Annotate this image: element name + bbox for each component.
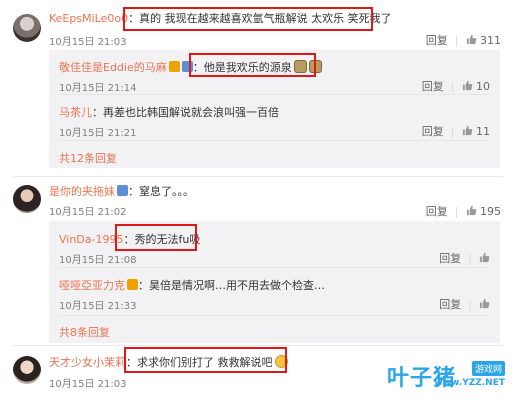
thumbs-up-icon[interactable] (479, 252, 490, 263)
more-replies-link[interactable]: 共8条回复 (59, 324, 110, 340)
comment-time: 10月15日 21:03 (49, 37, 127, 48)
comment-line: 天才少女小茉莉：求求你们别打了 救救解说吧 (49, 354, 288, 370)
reply-item: VinDa-1995：秀的无法fu吸 10月15日 21:08 回复 | (49, 221, 500, 267)
colon: ： (92, 106, 103, 119)
reply-username[interactable]: 敬佳佳是Eddie的马麻 (59, 61, 167, 74)
thumbs-up-icon[interactable] (466, 205, 477, 216)
reply-divider (59, 140, 490, 141)
reply-button[interactable]: 回复 (439, 298, 461, 311)
colon: ： (123, 233, 135, 246)
comment-text: 求求你们别打了 救救解说吧 (137, 356, 273, 369)
reply-actions: 回复 | 10 (422, 78, 490, 94)
comment-text: 窒息了。。。 (139, 185, 194, 198)
reply-time: 10月15日 21:14 (59, 83, 137, 94)
reply-line: 哑哑亞亚力克 ：昊倍是情况啊…用不用去做个检查… (59, 277, 325, 293)
avatar[interactable] (13, 14, 41, 42)
action-separator: | (468, 298, 472, 311)
reply-line: VinDa-1995：秀的无法fu吸 (59, 231, 200, 247)
thumbs-up-icon[interactable] (479, 298, 490, 309)
reply-item: 哑哑亞亚力克 ：昊倍是情况啊…用不用去做个检查… 10月15日 21:33 回复 | (49, 268, 500, 314)
watermark-tag: 游戏网 (471, 361, 505, 376)
trophy-emoji-icon (308, 60, 322, 73)
colon: ： (192, 61, 204, 74)
reply-actions: 回复 | (439, 250, 490, 266)
reply-username[interactable]: VinDa-1995 (59, 233, 124, 246)
action-separator: | (468, 252, 472, 265)
action-separator: | (450, 80, 455, 93)
reply-button[interactable]: 回复 (426, 205, 448, 218)
reply-button[interactable]: 回复 (422, 125, 444, 138)
comment-username[interactable]: KeEpsMiLe0o0 (49, 12, 128, 25)
reply-text: 昊倍是情况啊…用不用去做个检查… (149, 279, 325, 292)
reply-time: 10月15日 21:33 (59, 301, 137, 312)
comment-item: 是你的夹拖妹 ：窒息了。。。 10月15日 21:02 回复 | 195 VinDa… (0, 177, 513, 347)
comment-time: 10月15日 21:03 (49, 379, 127, 390)
avatar[interactable] (13, 185, 41, 213)
reply-time: 10月15日 21:08 (59, 255, 137, 266)
reply-list: VinDa-1995：秀的无法fu吸 10月15日 21:08 回复 | 哑哑亞亚… (49, 221, 500, 343)
reply-button[interactable]: 回复 (439, 252, 461, 265)
reply-divider (59, 315, 490, 316)
watermark-logo: 叶子猪 游戏网 www.YZZ.NET (387, 356, 505, 394)
reply-item: 马茶儿：再差也比韩国解说就会浪叫强一百倍 10月15日 21:21 回复 | 11 (49, 95, 500, 139)
trophy-emoji-icon (293, 60, 307, 73)
comment-text: 真的 我现在越来越喜欢氩气瓶解说 太欢乐 笑死我了 (139, 12, 392, 25)
thumbs-up-icon[interactable] (462, 125, 473, 136)
reply-time: 10月15日 21:21 (59, 128, 137, 139)
reply-line: 敬佳佳是Eddie的马麻 ：他是我欢乐的源泉 (59, 59, 322, 75)
like-count: 11 (476, 125, 490, 138)
reply-button[interactable]: 回复 (426, 34, 448, 47)
thumbs-up-icon[interactable] (462, 80, 473, 91)
like-count: 195 (480, 205, 501, 218)
comment-item: KeEpsMiLe0o0：真的 我现在越来越喜欢氩气瓶解说 太欢乐 笑死我了 1… (0, 0, 513, 170)
colon: ： (128, 12, 140, 25)
reply-username[interactable]: 马茶儿 (59, 106, 92, 119)
avatar[interactable] (13, 356, 41, 384)
more-replies-link[interactable]: 共12条回复 (59, 150, 117, 166)
comment-actions: 回复 | 311 (426, 32, 501, 48)
reply-actions: 回复 | (439, 296, 490, 312)
like-count: 10 (476, 80, 490, 93)
cat-emoji-icon (274, 355, 288, 368)
reply-text: 他是我欢乐的源泉 (203, 61, 292, 74)
reply-text: 秀的无法fu吸 (134, 233, 201, 246)
colon: ： (138, 279, 149, 292)
comment-time: 10月15日 21:02 (49, 207, 127, 218)
reply-actions: 回复 | 11 (422, 123, 490, 139)
action-separator: | (450, 125, 455, 138)
comment-line: 是你的夹拖妹 ：窒息了。。。 (49, 183, 194, 199)
reply-item: 敬佳佳是Eddie的马麻 ：他是我欢乐的源泉 10月15日 21:14 回复 | 1… (49, 50, 500, 94)
colon: ： (128, 185, 139, 198)
thumbs-up-icon[interactable] (466, 34, 477, 45)
colon: ： (126, 356, 137, 369)
comment-line: KeEpsMiLe0o0：真的 我现在越来越喜欢氩气瓶解说 太欢乐 笑死我了 (49, 10, 392, 26)
reply-line: 马茶儿：再差也比韩国解说就会浪叫强一百倍 (59, 104, 279, 120)
member-badge-icon (181, 61, 193, 72)
action-separator: | (454, 34, 459, 47)
comment-username[interactable]: 是你的夹拖妹 (49, 185, 115, 198)
vip-badge-icon (127, 279, 138, 290)
action-separator: | (454, 205, 459, 218)
comment-username[interactable]: 天才少女小茉莉 (49, 356, 126, 369)
reply-text: 再差也比韩国解说就会浪叫强一百倍 (103, 106, 279, 119)
reply-button[interactable]: 回复 (422, 80, 444, 93)
reply-list: 敬佳佳是Eddie的马麻 ：他是我欢乐的源泉 10月15日 21:14 回复 | 1… (49, 50, 500, 168)
like-count: 311 (480, 34, 501, 47)
watermark-url: www.YZZ.NET (434, 378, 505, 388)
reply-username[interactable]: 哑哑亞亚力克 (59, 279, 125, 292)
comment-actions: 回复 | 195 (426, 203, 501, 219)
vip-badge-icon (168, 61, 180, 72)
member-badge-icon (117, 185, 128, 196)
